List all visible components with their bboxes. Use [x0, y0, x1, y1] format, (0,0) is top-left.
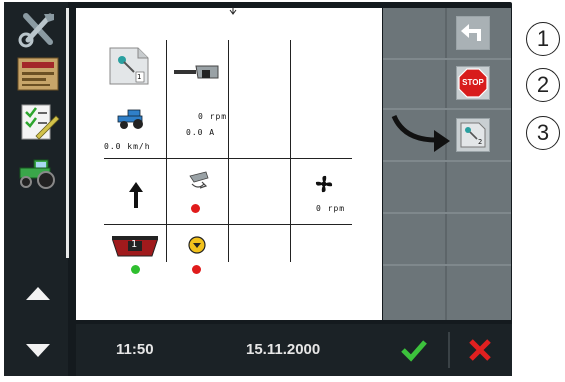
softkey-divider: [383, 212, 511, 214]
spreader-icon: [184, 170, 212, 196]
callout-1: 1: [526, 22, 560, 56]
status-bar-divider: [448, 332, 450, 368]
tractor-icon[interactable]: [16, 152, 60, 192]
screen: 1 0 rpm 0.0 A 0.0 km/h 0 rpm 1 STOP 2 11…: [0, 0, 565, 382]
clock-time: 11:50: [116, 341, 154, 358]
grid-line: [166, 40, 167, 262]
pointer-arrow: [390, 110, 454, 156]
grid-line: [228, 40, 229, 262]
spreader-status-dot: [191, 204, 200, 213]
arrow-up-icon[interactable]: [18, 278, 58, 308]
grid-line: [104, 158, 352, 159]
grid-line: [290, 40, 291, 262]
working-set-icon: 1: [108, 46, 150, 86]
callout-3: 3: [526, 116, 560, 150]
page-switch-number: 2: [478, 138, 483, 146]
softkey-divider: [383, 160, 511, 162]
checklist-icon[interactable]: [16, 102, 60, 142]
softkey-divider: [445, 8, 447, 320]
tank-status-dot: [131, 265, 140, 274]
callout-2: 2: [526, 68, 560, 102]
page-switch-button[interactable]: 2: [456, 118, 490, 152]
stop-button[interactable]: STOP: [456, 66, 490, 100]
return-icon: [461, 24, 481, 41]
softkey-panel: [383, 8, 511, 320]
confirm-icon[interactable]: [400, 338, 428, 362]
direction-arrow-icon: [128, 182, 144, 208]
implement-icon: [174, 64, 224, 88]
softkey-divider: [383, 58, 511, 60]
page-number-label: 1: [137, 73, 142, 81]
status-bar: 11:50 15.11.2000: [76, 324, 512, 376]
rpm-value: 0 rpm: [198, 112, 228, 121]
softkey-divider: [383, 264, 511, 266]
clock-date: 15.11.2000: [246, 341, 321, 358]
tractor-speed-icon: [116, 108, 148, 130]
warning-status-dot: [192, 265, 201, 274]
machine-card-icon[interactable]: [16, 54, 60, 94]
tank-icon: 1: [111, 236, 159, 258]
left-sidebar: [4, 2, 68, 376]
stop-label: STOP: [462, 78, 484, 87]
arrow-down-icon[interactable]: [18, 336, 58, 366]
tools-icon[interactable]: [16, 10, 60, 50]
page-switch-icon: [460, 122, 486, 148]
cancel-icon[interactable]: [468, 338, 492, 362]
fan-icon: [314, 174, 334, 194]
top-marker: [228, 0, 238, 15]
warning-icon: [188, 236, 206, 254]
current-value: 0.0 A: [186, 128, 216, 137]
speed-value: 0.0 km/h: [104, 142, 151, 151]
work-screen: 1 0 rpm 0.0 A 0.0 km/h 0 rpm 1: [76, 8, 382, 320]
sidebar-separator: [66, 8, 69, 258]
grid-line: [104, 224, 352, 225]
fan-rpm-value: 0 rpm: [316, 204, 346, 213]
return-button[interactable]: [456, 16, 490, 50]
tank-number-label: 1: [131, 239, 138, 250]
